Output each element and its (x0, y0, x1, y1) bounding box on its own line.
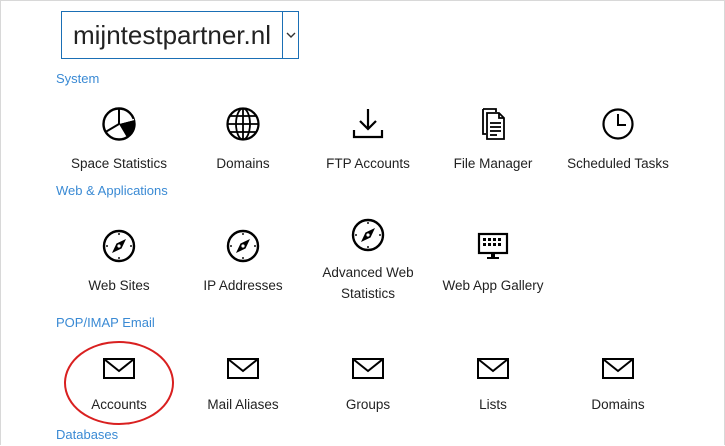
tile-label: Scheduled Tasks (567, 156, 669, 171)
groups-button[interactable]: Groups (306, 350, 430, 415)
web-app-gallery-button[interactable]: Web App Gallery (431, 228, 555, 296)
app-gallery-icon (431, 228, 555, 267)
tile-label: Web Sites (88, 278, 150, 293)
lists-button[interactable]: Lists (431, 350, 555, 415)
mail-aliases-button[interactable]: Mail Aliases (181, 350, 305, 415)
tile-label: File Manager (453, 156, 533, 171)
section-title-databases: Databases (56, 427, 119, 442)
file-manager-button[interactable]: File Manager (431, 106, 555, 174)
compass-icon (57, 228, 181, 267)
tile-label: Advanced Web Statistics (322, 265, 414, 301)
envelope-icon (181, 350, 305, 389)
scheduled-tasks-button[interactable]: Scheduled Tasks (556, 106, 680, 174)
envelope-icon (556, 350, 680, 389)
ip-addresses-button[interactable]: IP Addresses (181, 228, 305, 296)
compass-icon (181, 228, 305, 267)
accounts-button[interactable]: Accounts (57, 350, 181, 415)
tile-label: IP Addresses (203, 278, 283, 293)
space-statistics-button[interactable]: Space Statistics (57, 106, 181, 174)
section-title-pop-imap-email: POP/IMAP Email (56, 315, 155, 330)
tile-label: Space Statistics (70, 156, 168, 171)
envelope-icon (57, 350, 181, 389)
envelope-icon (306, 350, 430, 389)
globe-icon (181, 106, 305, 145)
tile-label: Domains (216, 156, 270, 171)
domain-select-value: mijntestpartner.nl (73, 20, 271, 50)
mail-domains-button[interactable]: Domains (556, 350, 680, 415)
ftp-accounts-button[interactable]: FTP Accounts (306, 106, 430, 174)
web-sites-button[interactable]: Web Sites (57, 228, 181, 296)
domain-select[interactable]: mijntestpartner.nl (61, 11, 299, 59)
advanced-web-statistics-button[interactable]: Advanced Web Statistics (306, 217, 430, 304)
download-icon (306, 106, 430, 145)
documents-icon (431, 106, 555, 145)
tile-label: Groups (345, 397, 391, 412)
domains-button[interactable]: Domains (181, 106, 305, 174)
compass-icon (306, 217, 430, 256)
tile-label: Web App Gallery (442, 278, 544, 293)
envelope-icon (431, 350, 555, 389)
tile-label: FTP Accounts (326, 156, 410, 171)
pie-chart-icon (57, 106, 181, 145)
tile-label: Domains (591, 397, 645, 412)
tile-label: Mail Aliases (207, 397, 279, 412)
tile-label: Accounts (91, 397, 147, 412)
section-title-system: System (56, 71, 100, 86)
tile-label: Lists (479, 397, 507, 412)
chevron-down-icon[interactable] (282, 12, 298, 58)
clock-icon (556, 106, 680, 145)
section-title-web-applications: Web & Applications (56, 183, 168, 198)
